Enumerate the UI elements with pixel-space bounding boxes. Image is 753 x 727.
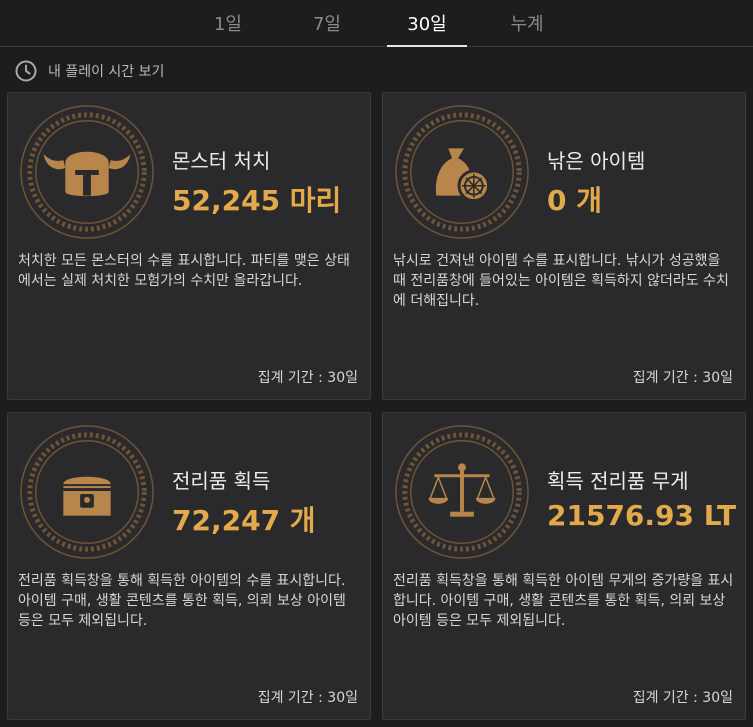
- stat-card-loot-acquired: 전리품 획득 72,247 개 전리품 획득창을 통해 획득한 아이템의 수를 …: [7, 412, 371, 720]
- card-title: 몬스터 처치: [172, 149, 271, 173]
- tab-7days[interactable]: 7일: [287, 0, 367, 46]
- stat-card-fished-items: 낚은 아이템 0 개 낚시로 건져낸 아이템 수를 표시합니다. 낚시가 성공했…: [382, 92, 746, 400]
- card-period: 집계 기간 : 30일: [632, 370, 733, 386]
- card-value: 21576.93 LT: [547, 499, 737, 532]
- card-value: 72,247 개: [172, 504, 316, 537]
- card-description: 낚시로 건져낸 아이템 수를 표시합니다. 낚시가 성공했을 때 전리품창에 들…: [393, 253, 729, 309]
- card-description: 처치한 모든 몬스터의 수를 표시합니다. 파티를 맺은 상태에서는 실제 처치…: [18, 253, 350, 289]
- card-value: 52,245 마리: [172, 184, 342, 217]
- treasure-chest-icon: [20, 425, 154, 559]
- card-period: 집계 기간 : 30일: [632, 690, 733, 706]
- view-playtime-link[interactable]: 내 플레이 시간 보기: [14, 58, 164, 84]
- card-title: 낚은 아이템: [547, 149, 646, 173]
- tab-cumulative[interactable]: 누계: [487, 0, 567, 46]
- stat-card-loot-weight: 획득 전리품 무게 21576.93 LT 전리품 획득창을 통해 획득한 아이…: [382, 412, 746, 720]
- tab-1day[interactable]: 1일: [188, 0, 268, 46]
- view-playtime-label: 내 플레이 시간 보기: [48, 64, 165, 80]
- scales-icon: [395, 425, 529, 559]
- card-title: 획득 전리품 무게: [547, 469, 689, 493]
- fishing-bag-icon: [395, 105, 529, 239]
- card-value: 0 개: [547, 184, 602, 217]
- card-description: 전리품 획득창을 통해 획득한 아이템의 수를 표시합니다. 아이템 구매, 생…: [18, 573, 346, 629]
- card-title: 전리품 획득: [172, 469, 271, 493]
- card-period: 집계 기간 : 30일: [257, 690, 358, 706]
- clock-icon: [15, 60, 37, 82]
- period-tabs: 1일 7일 30일 누계: [0, 0, 753, 47]
- tab-30days[interactable]: 30일: [387, 0, 467, 47]
- card-period: 집계 기간 : 30일: [257, 370, 358, 386]
- stat-card-monster-kills: 몬스터 처치 52,245 마리 처치한 모든 몬스터의 수를 표시합니다. 파…: [7, 92, 371, 400]
- viking-helmet-icon: [20, 105, 154, 239]
- card-description: 전리품 획득창을 통해 획득한 아이템 무게의 증가량을 표시합니다. 아이템 …: [393, 573, 734, 629]
